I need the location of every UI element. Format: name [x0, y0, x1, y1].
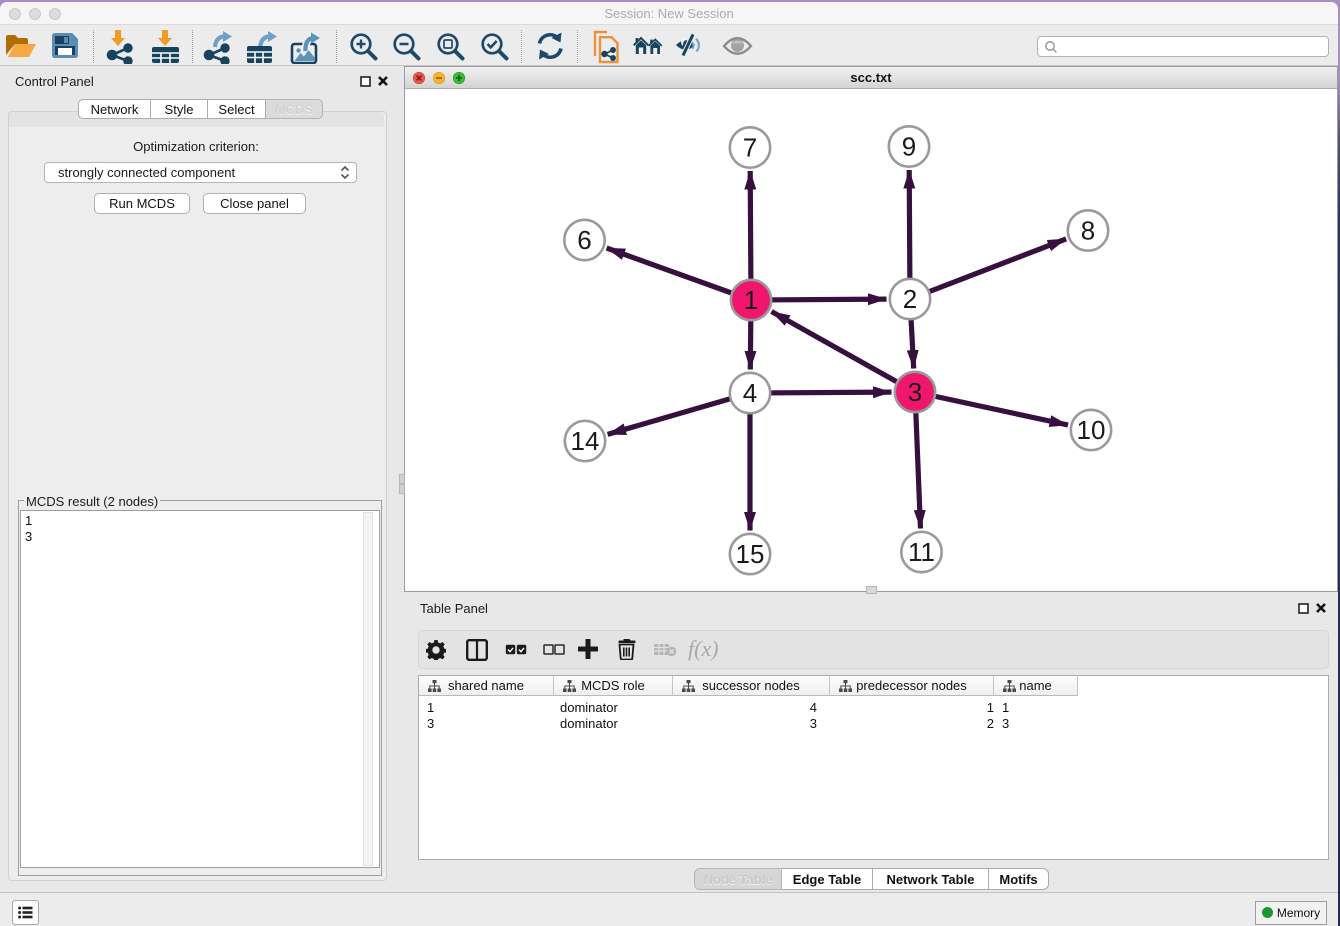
svg-text:8: 8 [1081, 216, 1095, 246]
svg-text:10: 10 [1077, 415, 1106, 445]
svg-text:6: 6 [577, 225, 591, 255]
svg-text:9: 9 [902, 132, 916, 162]
svg-text:1: 1 [744, 285, 758, 315]
svg-text:15: 15 [736, 539, 765, 569]
svg-text:4: 4 [743, 378, 757, 408]
svg-text:2: 2 [903, 284, 917, 314]
svg-text:11: 11 [908, 537, 935, 567]
svg-text:7: 7 [743, 133, 757, 163]
svg-text:3: 3 [908, 377, 922, 407]
svg-text:14: 14 [571, 426, 600, 456]
